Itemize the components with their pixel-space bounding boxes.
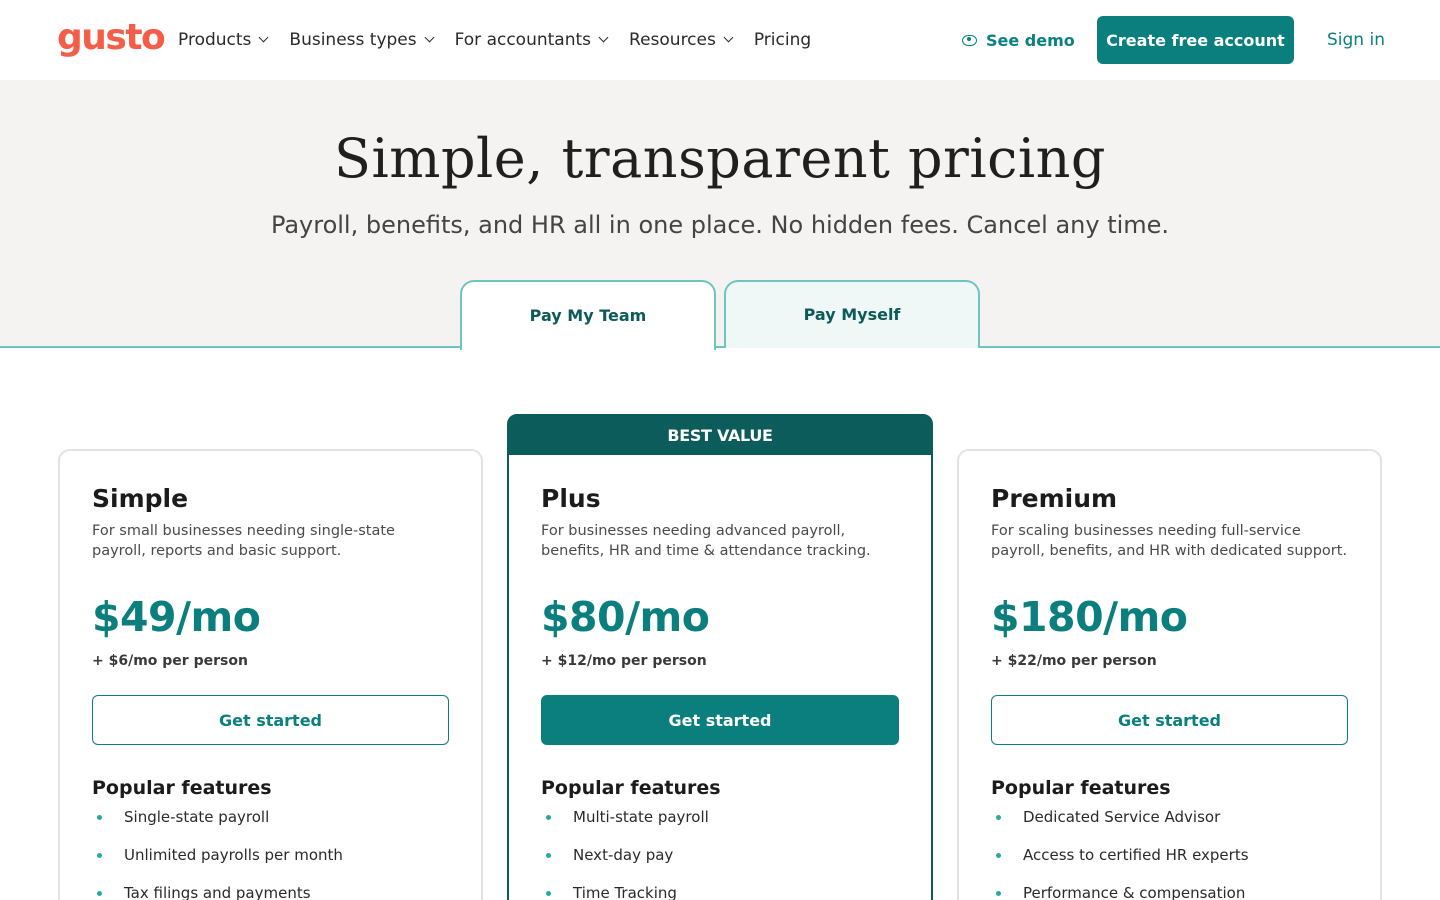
plan-description: For businesses needing advanced payroll,… <box>541 523 871 559</box>
feature-label: Dedicated Service Advisor <box>1023 808 1221 826</box>
chevron-down-icon <box>424 32 435 43</box>
feature-label: Performance & compensation management <box>1023 884 1246 900</box>
nav-for-accountants-label: For accountants <box>454 30 592 50</box>
feature-list: Multi-state payroll Next-day pay Time Tr… <box>541 807 899 900</box>
feature-label: Access to certified HR experts <box>1023 846 1249 864</box>
features-title: Popular features <box>92 777 272 799</box>
feature-label: Unlimited payrolls per month <box>124 846 343 864</box>
bullet-icon <box>996 891 1001 896</box>
list-item: Multi-state payroll <box>541 807 899 845</box>
bullet-icon <box>546 815 551 820</box>
plan-description: For scaling businesses needing full-serv… <box>991 523 1348 559</box>
plan-card-plus: BEST VALUE Plus For businesses needing a… <box>507 414 933 900</box>
list-item: Access to certified HR experts <box>991 845 1348 883</box>
nav-resources-label: Resources <box>629 30 716 50</box>
bullet-icon <box>97 853 102 858</box>
list-item: Unlimited payrolls per month <box>92 845 449 883</box>
plan-name: Plus <box>541 484 601 513</box>
plan-card-simple: Simple For small businesses needing sing… <box>58 449 483 900</box>
feature-label: Next-day pay <box>573 846 674 864</box>
chevron-down-icon <box>723 32 734 43</box>
bullet-icon <box>996 853 1001 858</box>
plan-description: For small businesses needing single-stat… <box>92 523 395 559</box>
features-title: Popular features <box>991 777 1171 799</box>
chevron-down-icon <box>598 32 609 43</box>
best-value-badge: BEST VALUE <box>509 416 931 455</box>
plan-card-content: Simple For small businesses needing sing… <box>92 484 449 900</box>
get-started-button-premium[interactable]: Get started <box>991 695 1348 745</box>
create-free-account-button[interactable]: Create free account <box>1097 16 1294 64</box>
nav-business-types[interactable]: Business types <box>289 28 435 52</box>
nav-pricing[interactable]: Pricing <box>754 28 811 52</box>
plan-price: $80/mo <box>541 593 710 641</box>
sign-in-link[interactable]: Sign in <box>1327 28 1385 52</box>
nav-pricing-label: Pricing <box>753 30 812 50</box>
see-demo-link[interactable]: See demo <box>962 28 1075 52</box>
nav-resources[interactable]: Resources <box>629 28 734 52</box>
page-title: Simple, transparent pricing <box>334 127 1106 190</box>
nav-for-accountants[interactable]: For accountants <box>454 28 609 52</box>
tab-pay-my-team[interactable]: Pay My Team <box>460 280 716 350</box>
bullet-icon <box>97 815 102 820</box>
plan-card-content: Plus For businesses needing advanced pay… <box>541 484 899 900</box>
feature-label: Time Tracking <box>573 884 677 900</box>
list-item: Performance & compensation management <box>991 883 1348 900</box>
top-navigation: gusto Products Business types For accoun… <box>0 0 1440 80</box>
see-demo-label: See demo <box>986 30 1075 50</box>
tab-pay-myself[interactable]: Pay Myself <box>724 280 980 348</box>
plan-name: Simple <box>92 484 189 513</box>
list-item: Tax filings and payments <box>92 883 449 900</box>
list-item: Time Tracking <box>541 883 899 900</box>
plan-per-person-price: + $6/mo per person <box>92 653 248 669</box>
bullet-icon <box>546 891 551 896</box>
list-item: Dedicated Service Advisor <box>991 807 1348 845</box>
nav-products[interactable]: Products <box>178 28 269 52</box>
nav-business-types-label: Business types <box>289 30 417 50</box>
plan-price: $49/mo <box>92 593 261 641</box>
feature-list: Single-state payroll Unlimited payrolls … <box>92 807 449 900</box>
page-subtitle: Payroll, benefits, and HR all in one pla… <box>270 211 1170 239</box>
plan-per-person-price: + $22/mo per person <box>991 653 1157 669</box>
feature-list: Dedicated Service Advisor Access to cert… <box>991 807 1348 900</box>
feature-label: Single-state payroll <box>124 808 270 826</box>
gusto-logo[interactable]: gusto <box>57 18 166 58</box>
list-item: Single-state payroll <box>92 807 449 845</box>
eye-icon <box>962 34 977 46</box>
feature-label: Tax filings and payments <box>124 884 311 900</box>
plan-name: Premium <box>991 484 1118 513</box>
get-started-button-plus[interactable]: Get started <box>541 695 899 745</box>
list-item: Next-day pay <box>541 845 899 883</box>
chevron-down-icon <box>258 32 269 43</box>
bullet-icon <box>996 815 1001 820</box>
feature-label: Multi-state payroll <box>573 808 709 826</box>
plan-per-person-price: + $12/mo per person <box>541 653 707 669</box>
nav-products-label: Products <box>178 30 252 50</box>
bullet-icon <box>546 853 551 858</box>
pricing-hero: Simple, transparent pricing Payroll, ben… <box>0 80 1440 350</box>
features-title: Popular features <box>541 777 721 799</box>
get-started-button-simple[interactable]: Get started <box>92 695 449 745</box>
nav-links: Products Business types For accountants … <box>178 28 833 52</box>
plan-card-content: Premium For scaling businesses needing f… <box>991 484 1348 900</box>
bullet-icon <box>97 891 102 896</box>
plan-card-premium: Premium For scaling businesses needing f… <box>957 449 1382 900</box>
plan-price: $180/mo <box>991 593 1188 641</box>
